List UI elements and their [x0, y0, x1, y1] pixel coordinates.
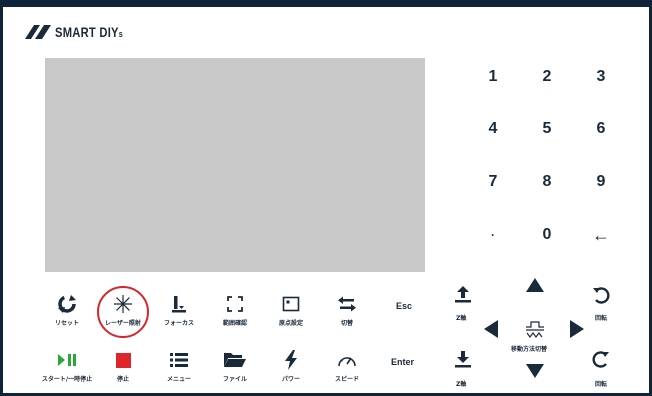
- speed-icon: [337, 349, 357, 371]
- brand-name: SMART DIY: [55, 24, 119, 40]
- key-7[interactable]: 7: [471, 167, 515, 197]
- origin-icon: [282, 293, 300, 315]
- play-pause-icon: [57, 349, 77, 371]
- z-down-label: Z軸: [456, 381, 467, 388]
- switch-button[interactable]: 切替: [316, 293, 378, 333]
- frame-check-button[interactable]: 範囲確認: [204, 293, 266, 333]
- switch-label: 切替: [340, 320, 353, 327]
- enter-button[interactable]: Enter: [391, 357, 414, 367]
- move-mode-button[interactable]: [525, 319, 545, 343]
- move-down-button[interactable]: [526, 363, 544, 382]
- stop-label: 停止: [116, 376, 129, 383]
- speed-label: スピード: [334, 376, 359, 383]
- menu-label: メニュー: [166, 376, 191, 383]
- focus-button[interactable]: フォーカス: [148, 293, 210, 333]
- key-9[interactable]: 9: [579, 167, 623, 197]
- file-button[interactable]: ファイル: [204, 349, 266, 389]
- key-8[interactable]: 8: [525, 167, 569, 197]
- power-label: パワー: [281, 376, 300, 383]
- z-down-button[interactable]: [455, 351, 471, 373]
- stop-button[interactable]: 停止: [92, 349, 154, 389]
- z-up-icon: [455, 286, 471, 303]
- arrow-down-icon: [526, 364, 544, 378]
- stop-icon: [115, 349, 131, 371]
- focus-label: フォーカス: [163, 320, 194, 327]
- speed-button[interactable]: スピード: [316, 349, 378, 389]
- rotate-ccw-icon: [593, 287, 610, 304]
- rotate-cw-button[interactable]: [592, 350, 610, 372]
- reset-button[interactable]: リセット: [36, 293, 98, 333]
- menu-icon: [170, 349, 188, 371]
- brand-suffix: s: [118, 29, 124, 39]
- power-icon: [284, 349, 298, 371]
- z-down-icon: [455, 351, 471, 368]
- rotate-ccw-button[interactable]: [592, 286, 610, 308]
- brand-mark-icon: [25, 25, 51, 39]
- key-backspace[interactable]: ←: [579, 220, 623, 250]
- z-up-button[interactable]: [455, 286, 471, 308]
- control-panel: SMART DIYs 1 2 3 4 5 6 7 8 9 · 0 ← リセット …: [0, 0, 652, 396]
- brand-logo: SMART DIYs: [25, 24, 140, 40]
- key-6[interactable]: 6: [579, 114, 623, 144]
- rotate-ccw-label: 回転: [595, 315, 608, 322]
- start-pause-label: スタート/一時停止: [41, 376, 93, 383]
- arrow-right-icon: [570, 320, 584, 338]
- rotate-cw-icon: [592, 351, 609, 368]
- start-pause-button[interactable]: スタート/一時停止: [36, 349, 98, 389]
- move-right-button[interactable]: [570, 320, 584, 342]
- origin-label: 原点設定: [278, 320, 303, 327]
- display-screen: [45, 58, 425, 272]
- key-3[interactable]: 3: [579, 62, 623, 92]
- reset-icon: [57, 293, 77, 315]
- focus-icon: [169, 293, 189, 315]
- reset-label: リセット: [54, 320, 79, 327]
- key-dot[interactable]: ·: [471, 220, 515, 250]
- switch-icon: [338, 293, 356, 315]
- folder-icon: [224, 349, 246, 371]
- rotate-cw-label: 回転: [595, 381, 608, 388]
- arrow-left-icon: [484, 320, 498, 338]
- move-left-button[interactable]: [484, 320, 498, 342]
- frame-label: 範囲確認: [222, 320, 247, 327]
- power-button[interactable]: パワー: [260, 349, 322, 389]
- esc-button[interactable]: Esc: [396, 301, 412, 311]
- arrow-up-icon: [526, 278, 544, 292]
- origin-button[interactable]: 原点設定: [260, 293, 322, 333]
- move-up-button[interactable]: [526, 277, 544, 296]
- move-mode-label: 移動方法切替: [511, 346, 548, 353]
- frame-icon: [226, 293, 244, 315]
- move-mode-icon: [526, 321, 544, 338]
- key-4[interactable]: 4: [471, 114, 515, 144]
- highlight-circle: [97, 286, 149, 338]
- file-label: ファイル: [222, 376, 247, 383]
- z-up-label: Z軸: [456, 315, 467, 322]
- key-0[interactable]: 0: [525, 220, 569, 250]
- menu-button[interactable]: メニュー: [148, 349, 210, 389]
- key-2[interactable]: 2: [525, 62, 569, 92]
- key-5[interactable]: 5: [525, 114, 569, 144]
- key-1[interactable]: 1: [471, 62, 515, 92]
